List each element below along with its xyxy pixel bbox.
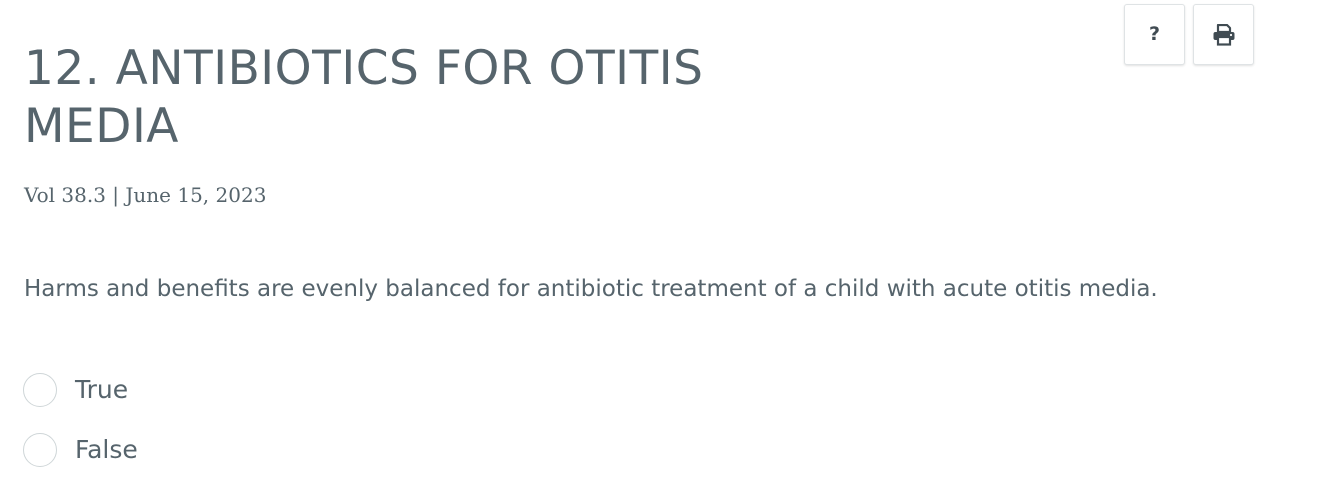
page-title: 12. ANTIBIOTICS FOR OTITIS MEDIA [24, 41, 704, 154]
help-button[interactable]: ? [1124, 4, 1185, 65]
option-true[interactable]: True [23, 371, 138, 408]
print-button[interactable] [1193, 4, 1254, 65]
answer-options: True False [23, 371, 138, 491]
option-false[interactable]: False [23, 431, 138, 468]
question-mark-icon: ? [1148, 23, 1161, 45]
radio-false[interactable] [23, 432, 57, 467]
question-text: Harms and benefits are evenly balanced f… [24, 276, 1158, 302]
option-false-label: False [75, 435, 138, 464]
radio-true[interactable] [23, 372, 57, 407]
option-true-label: True [75, 375, 129, 404]
toolbar: ? [1124, 4, 1254, 65]
printer-icon [1213, 23, 1234, 46]
issue-meta: Vol 38.3 | June 15, 2023 [24, 183, 267, 207]
